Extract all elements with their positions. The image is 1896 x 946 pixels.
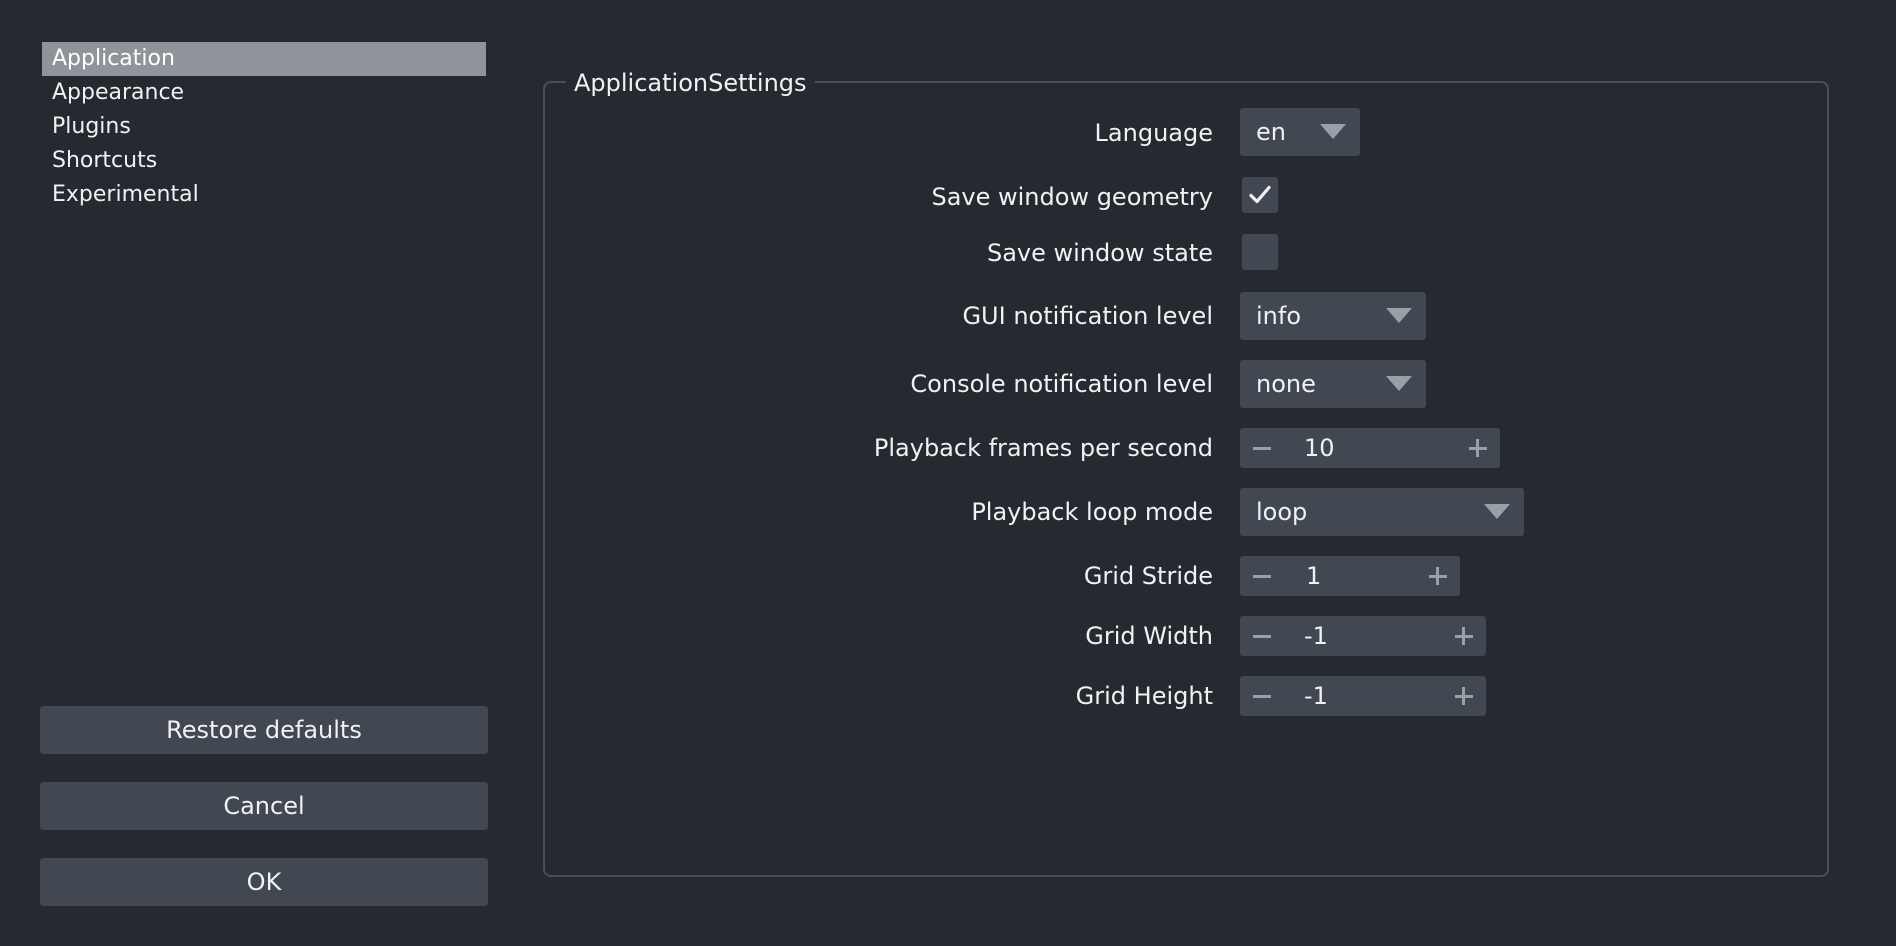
sidebar-item-appearance[interactable]: Appearance: [42, 76, 486, 110]
plus-icon[interactable]: [1452, 676, 1476, 716]
plus-icon[interactable]: [1466, 428, 1490, 468]
save-window-state-label: Save window state: [986, 239, 1213, 267]
grid-width-spinbox[interactable]: -1: [1240, 616, 1486, 656]
save-window-state-checkbox[interactable]: [1242, 234, 1278, 270]
playback-fps-value: 10: [1304, 434, 1335, 462]
grid-stride-spinbox[interactable]: 1: [1240, 556, 1460, 596]
grid-width-value: -1: [1304, 622, 1328, 650]
gui-notification-level-dropdown[interactable]: info: [1240, 292, 1426, 340]
sidebar-item-experimental[interactable]: Experimental: [42, 178, 486, 212]
group-title: ApplicationSettings: [566, 66, 815, 100]
grid-height-spinbox[interactable]: -1: [1240, 676, 1486, 716]
restore-defaults-button[interactable]: Restore defaults: [40, 706, 488, 754]
playback-fps-label: Playback frames per second: [873, 434, 1213, 462]
playback-fps-spinbox[interactable]: 10: [1240, 428, 1500, 468]
sidebar-item-shortcuts[interactable]: Shortcuts: [42, 144, 486, 178]
sidebar-item-application[interactable]: Application: [42, 42, 486, 76]
language-value: en: [1256, 118, 1286, 146]
playback-loop-mode-label: Playback loop mode: [971, 498, 1213, 526]
chevron-down-icon: [1320, 124, 1346, 139]
minus-icon[interactable]: [1250, 616, 1274, 656]
grid-width-label: Grid Width: [1085, 622, 1213, 650]
playback-loop-mode-value: loop: [1256, 498, 1308, 526]
plus-icon[interactable]: [1452, 616, 1476, 656]
console-notification-level-label: Console notification level: [910, 370, 1213, 398]
playback-loop-mode-dropdown[interactable]: loop: [1240, 488, 1524, 536]
save-window-geometry-checkbox[interactable]: [1242, 177, 1278, 213]
chevron-down-icon: [1386, 308, 1412, 323]
chevron-down-icon: [1484, 504, 1510, 519]
minus-icon[interactable]: [1250, 428, 1274, 468]
ok-button[interactable]: OK: [40, 858, 488, 906]
language-label: Language: [1094, 119, 1213, 147]
chevron-down-icon: [1386, 376, 1412, 391]
minus-icon[interactable]: [1250, 676, 1274, 716]
gui-notification-level-label: GUI notification level: [962, 302, 1213, 330]
language-dropdown[interactable]: en: [1240, 108, 1360, 156]
grid-stride-label: Grid Stride: [1083, 562, 1213, 590]
cancel-button[interactable]: Cancel: [40, 782, 488, 830]
console-notification-level-dropdown[interactable]: none: [1240, 360, 1426, 408]
minus-icon[interactable]: [1250, 556, 1274, 596]
grid-stride-value: 1: [1306, 562, 1322, 590]
save-window-geometry-label: Save window geometry: [931, 183, 1213, 211]
grid-height-label: Grid Height: [1075, 682, 1213, 710]
preferences-dialog: Application Appearance Plugins Shortcuts…: [0, 0, 1896, 946]
sidebar-item-plugins[interactable]: Plugins: [42, 110, 486, 144]
checkmark-icon: [1249, 185, 1271, 204]
preferences-sidebar: Application Appearance Plugins Shortcuts…: [42, 42, 486, 212]
gui-notification-level-value: info: [1256, 302, 1302, 330]
console-notification-level-value: none: [1256, 370, 1316, 398]
grid-height-value: -1: [1304, 682, 1328, 710]
plus-icon[interactable]: [1426, 556, 1450, 596]
